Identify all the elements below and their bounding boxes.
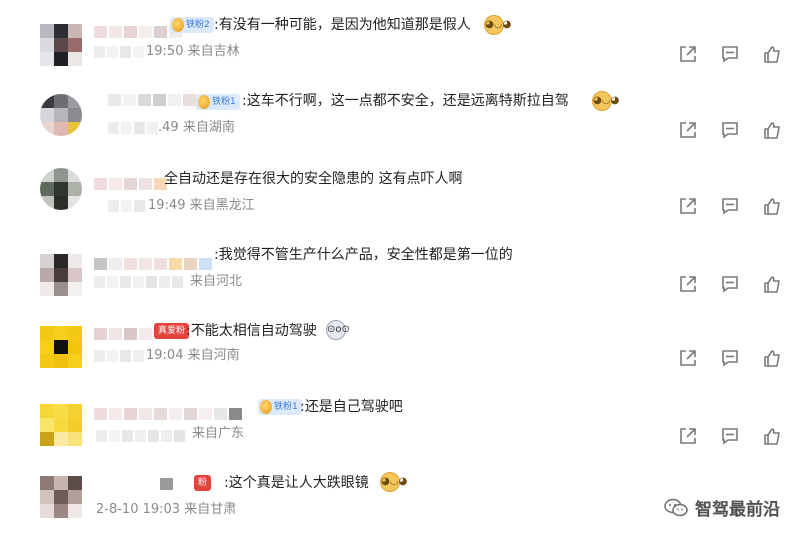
watermark-text: 智驾最前沿: [695, 500, 780, 520]
like-icon[interactable]: [762, 196, 782, 216]
comment-time: .49: [158, 120, 179, 135]
username-obscured[interactable]: [94, 408, 242, 420]
doge-emoji-icon: ◕◡◕: [484, 15, 511, 35]
wechat-icon: [663, 498, 689, 518]
comment-time: 19:49: [148, 198, 186, 213]
share-icon[interactable]: [678, 196, 698, 216]
medal-icon: [172, 18, 184, 32]
comment-item: 真爱粉 :不能太相信自动驾驶 ⊙o⊙ 19:04 来自河南: [0, 310, 798, 386]
avatar[interactable]: [40, 404, 82, 446]
comment-text: :我觉得不管生产什么产品，安全性都是第一位的: [214, 247, 513, 263]
comment-text: :不能太相信自动驾驶: [186, 323, 317, 339]
comment-location: 来自广东: [192, 426, 245, 441]
like-icon[interactable]: [762, 426, 782, 446]
username-obscured[interactable]: [160, 478, 188, 490]
comment-time: 19:04: [146, 348, 184, 363]
avatar[interactable]: [40, 476, 82, 518]
comment-actions: [678, 426, 782, 446]
comment-item: 铁粉2 :有没有一种可能，是因为他知道那是假人 ◕◡◕ 19:50 来自吉林: [0, 6, 798, 82]
comment-actions: [678, 44, 782, 64]
share-icon[interactable]: [678, 44, 698, 64]
avatar[interactable]: [40, 24, 82, 66]
date-obscured: [108, 122, 158, 134]
like-icon[interactable]: [762, 120, 782, 140]
comment-location: 来自吉林: [187, 44, 240, 59]
comment-icon[interactable]: [720, 274, 740, 294]
doge-emoji-icon: ◕◡◕: [592, 91, 619, 111]
comment-text: :这车不行啊，这一点都不安全，还是远离特斯拉自驾: [242, 93, 569, 109]
comment-icon[interactable]: [720, 196, 740, 216]
share-icon[interactable]: [678, 274, 698, 294]
comment-actions: [678, 196, 782, 216]
share-icon[interactable]: [678, 426, 698, 446]
share-icon[interactable]: [678, 120, 698, 140]
medal-icon: [260, 400, 272, 414]
date-obscured: [94, 350, 144, 362]
comment-text: :这个真是让人大跌眼镜: [224, 475, 369, 491]
comment-time: 19:50: [146, 44, 184, 59]
username-obscured[interactable]: [94, 26, 182, 38]
comment-item: 铁粉1 :还是自己驾驶吧 来自广东: [0, 386, 798, 462]
comment-actions: [678, 348, 782, 368]
comment-actions: [678, 120, 782, 140]
comment-text: :有没有一种可能，是因为他知道那是假人: [214, 17, 471, 33]
like-icon[interactable]: [762, 44, 782, 64]
comment-text: :还是自己驾驶吧: [300, 399, 403, 415]
comment-actions: [678, 274, 782, 294]
comment-icon[interactable]: [720, 426, 740, 446]
fan-badge: 铁粉1: [196, 94, 240, 110]
comment-item: 铁粉1 :这车不行啊，这一点都不安全，还是远离特斯拉自驾 ◕◡◕ .49 来自湖…: [0, 82, 798, 158]
comment-meta: 19:49 来自黑龙江: [148, 198, 255, 214]
date-obscured: [94, 46, 144, 58]
comment-location: 来自河北: [190, 274, 243, 289]
avatar[interactable]: [40, 168, 82, 210]
comment-meta: 2-8-10 19:03 来自甘肃: [96, 502, 236, 518]
avatar[interactable]: [40, 326, 82, 368]
doge-emoji-icon: ◕◡◕: [380, 472, 407, 492]
comment-item: :我觉得不管生产什么产品，安全性都是第一位的 来自河北: [0, 234, 798, 310]
date-obscured: [96, 430, 185, 442]
username-obscured[interactable]: [94, 258, 212, 270]
avatar[interactable]: [40, 94, 82, 136]
comment-location: 来自湖南: [182, 120, 235, 135]
comment-meta: 19:04 来自河南: [146, 348, 240, 364]
comment-text: 全自动还是存在很大的安全隐患的 这有点吓人啊: [164, 171, 463, 187]
date-obscured: [94, 276, 183, 288]
comment-location: 来自黑龙江: [189, 198, 255, 213]
avatar[interactable]: [40, 254, 82, 296]
username-obscured[interactable]: [108, 94, 196, 106]
emoji-icon: ⊙o⊙: [326, 320, 350, 340]
comment-meta: 19:50 来自吉林: [146, 44, 240, 60]
comment-location: 来自甘肃: [184, 502, 237, 517]
date-obscured: [108, 200, 145, 212]
fan-badge: 粉: [194, 475, 212, 491]
comment-meta: 来自河北: [190, 274, 242, 290]
comment-location: 来自河南: [187, 348, 240, 363]
fan-badge: 铁粉1: [258, 399, 302, 415]
watermark: 智驾最前沿: [663, 495, 780, 520]
fan-badge: 铁粉2: [170, 17, 214, 33]
comment-meta: 来自广东: [192, 426, 244, 442]
comment-item: 全自动还是存在很大的安全隐患的 这有点吓人啊 19:49 来自黑龙江: [0, 158, 798, 234]
like-icon[interactable]: [762, 274, 782, 294]
comment-time: 2-8-10 19:03: [96, 502, 181, 517]
comment-icon[interactable]: [720, 44, 740, 64]
like-icon[interactable]: [762, 348, 782, 368]
share-icon[interactable]: [678, 348, 698, 368]
fan-badge: 真爱粉: [154, 323, 190, 339]
comment-icon[interactable]: [720, 348, 740, 368]
comment-icon[interactable]: [720, 120, 740, 140]
medal-icon: [198, 95, 210, 109]
comment-meta: .49 来自湖南: [158, 120, 235, 136]
username-obscured[interactable]: [94, 178, 167, 190]
username-obscured[interactable]: [94, 328, 152, 340]
